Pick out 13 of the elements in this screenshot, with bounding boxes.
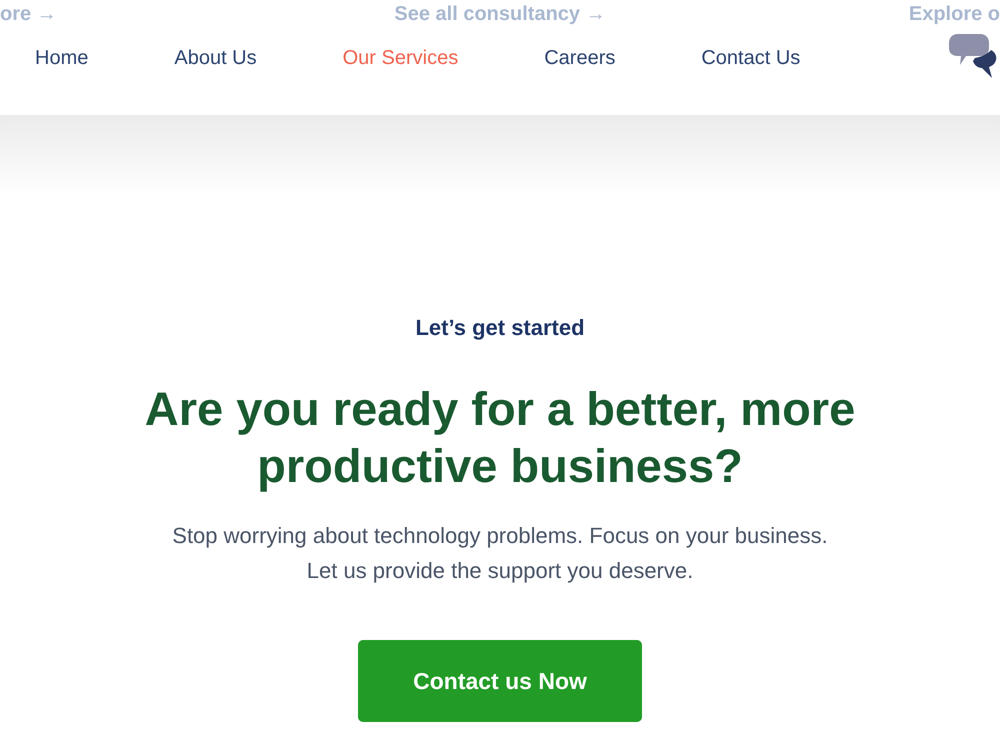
nav-link[interactable]: Home [35, 46, 88, 70]
nav-link[interactable]: About Us [174, 46, 257, 70]
nav-link[interactable]: Our Services [342, 46, 458, 70]
contact-button[interactable]: Contact us Now [358, 640, 642, 722]
faded-link[interactable]: Explore o [908, 2, 1000, 26]
nav-link[interactable]: Careers [544, 46, 616, 70]
hero-description: Stop worrying about technology problems. Focus on your business. Let us provide the support you deserve. [171, 522, 829, 585]
eyebrow-text: Let’s get started [415, 316, 585, 340]
nav-link[interactable]: Contact Us [701, 46, 800, 70]
chat-bubbles-icon[interactable] [948, 33, 998, 79]
faded-link[interactable]: ore → [0, 2, 57, 26]
faded-link[interactable]: See all consultancy → [394, 2, 606, 26]
hero-heading: Are you ready for a better, more productive business? [144, 381, 856, 494]
